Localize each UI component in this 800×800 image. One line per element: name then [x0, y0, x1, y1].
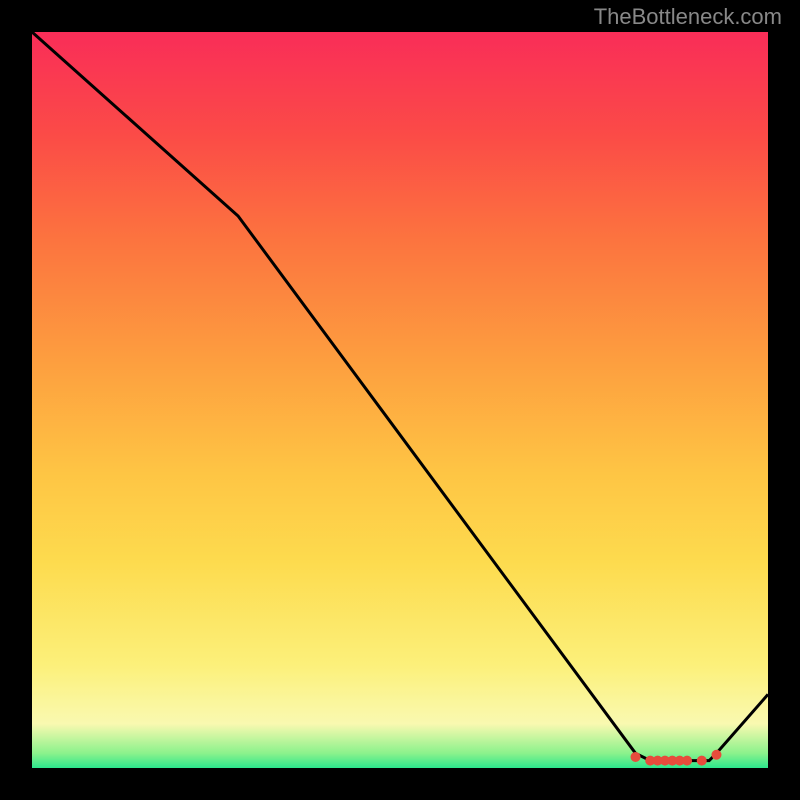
data-point-marker — [711, 750, 721, 760]
line-series — [32, 32, 768, 761]
curve-path — [32, 32, 768, 761]
chart-svg — [32, 32, 768, 768]
watermark-text: TheBottleneck.com — [594, 4, 782, 30]
data-point-marker — [631, 752, 641, 762]
data-point-marker — [682, 756, 692, 766]
data-point-marker — [697, 756, 707, 766]
chart-container: TheBottleneck.com — [0, 0, 800, 800]
